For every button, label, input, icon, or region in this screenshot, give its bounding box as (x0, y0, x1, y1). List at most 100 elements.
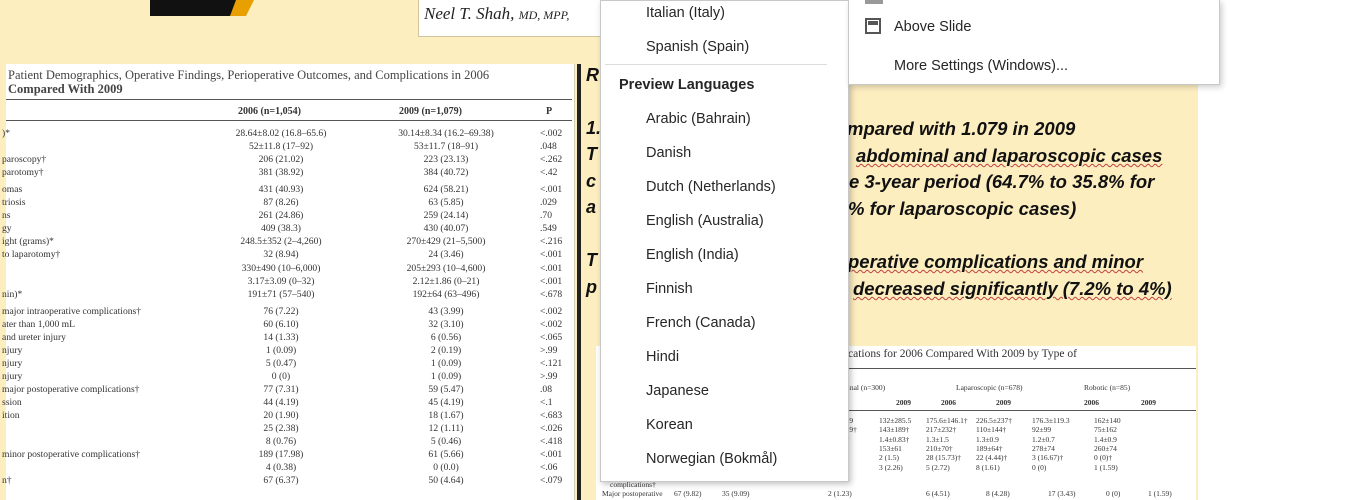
above-slide-option[interactable]: Above Slide (894, 19, 971, 35)
table2-group: ginal (n=300) (844, 383, 886, 392)
table-row: major intraoperative complications† 76 (7… (2, 306, 572, 318)
table2-title: cations for 2006 Compared With 2009 by T… (848, 348, 1077, 360)
body-line: perative complications and minor (848, 251, 1144, 272)
language-option[interactable]: Italian (Italy) (646, 5, 725, 21)
peek-text: T (586, 144, 597, 164)
cell-2009: 6 (0.56) (430, 331, 462, 343)
table-title: Patient Demographics, Operative Findings… (8, 68, 489, 96)
table-row: parotomy† 381 (38.92) 384 (40.72) <.42 (2, 167, 572, 179)
table-header-p: P (546, 106, 553, 117)
table2-year: 2009 (1141, 398, 1156, 407)
cell-2006: 191±71 (57–540) (247, 288, 315, 300)
language-option[interactable]: Dutch (Netherlands) (646, 179, 776, 195)
table-row: nin)* 191±71 (57–540) 192±64 (63–496) <.678 (2, 288, 572, 301)
row-label: minor postoperative complications† (2, 449, 141, 461)
table-row: major postoperative complications† 77 (7.… (2, 383, 572, 396)
table2-year: 2006 (1084, 398, 1099, 407)
row-label: njury (2, 357, 23, 369)
language-option[interactable]: Korean (646, 417, 693, 433)
table-rule (6, 99, 572, 100)
cell-2006: 4 (0.38) (265, 462, 297, 474)
table-row: paroscopy† 206 (21.02) 223 (23.13) <.262 (2, 154, 572, 166)
language-option[interactable]: Arabic (Bahrain) (646, 111, 751, 127)
language-option[interactable]: Finnish (646, 281, 693, 297)
author-name: Neel T. Shah, (424, 4, 515, 23)
table-rule (6, 120, 572, 121)
cell-p: <.002 (540, 318, 563, 330)
table-row: ssion 44 (4.19) 45 (4.19) <.1 (2, 397, 572, 409)
row-label: n† (2, 475, 12, 487)
cell-2009: 270±429 (21–5,500) (406, 236, 486, 248)
table2-cell: 189±64† (976, 443, 1003, 453)
row-label: )* (2, 128, 10, 139)
table2-year: 2009 (896, 398, 911, 407)
table2-cell: 2 (1.5) (879, 453, 899, 463)
cell-2006: 0 (0) (271, 370, 291, 382)
row-label: major intraoperative complications† (2, 305, 142, 317)
cell-p: <.065 (540, 331, 563, 343)
table2-cell: 153±61 (879, 443, 902, 453)
table2-group: Robotic (n=85) (1084, 383, 1131, 392)
cell-p: <.079 (540, 475, 563, 487)
table2-cell: 226.5±237† (976, 416, 1012, 425)
cell-2009: 18 (1.67) (428, 410, 464, 422)
table-row: 330±490 (10–6,000) 205±293 (10–4,600) <.00… (6, 263, 572, 275)
cell-p: .08 (540, 383, 552, 395)
cell-2006: 44 (4.19) (263, 397, 299, 408)
cell-2006: 381 (38.92) (258, 167, 304, 179)
cell-p: <.001 (540, 449, 563, 461)
peek-text: c (586, 171, 597, 191)
language-option[interactable]: French (Canada) (646, 315, 756, 331)
language-option[interactable]: English (India) (646, 247, 739, 263)
cell-p: <.001 (540, 262, 563, 274)
cell-2006: 409 (38.3) (261, 223, 301, 235)
language-dropdown[interactable]: Italian (Italy) Spanish (Spain) Preview … (600, 0, 849, 482)
table2-cell: 3 (16.67)† (1032, 453, 1064, 463)
row-label: ssion (2, 397, 22, 408)
table-title-line1: Patient Demographics, Operative Findings… (8, 68, 490, 82)
peek-text: a (586, 197, 597, 217)
cell-2006: 5 (0.47) (265, 357, 297, 369)
cell-2009: 0 (0.0) (433, 462, 459, 474)
table-row: njury 5 (0.47) 1 (0.09) <.121 (2, 357, 572, 370)
row-label: ater than 1,000 mL (2, 318, 75, 330)
language-option[interactable]: English (Australia) (646, 213, 764, 229)
row-label: gy (2, 223, 12, 235)
table2-cell: 210±70† (926, 443, 953, 453)
cell-2006: 261 (24.86) (258, 210, 304, 222)
cell-2006: 3.17±3.09 (0–32) (247, 275, 315, 287)
table2-cell: 1 (1.59) (1148, 489, 1172, 498)
cell-2009: 61 (5.66) (428, 449, 464, 461)
cell-2009: 5 (0.46) (430, 436, 462, 448)
more-settings-option[interactable]: More Settings (Windows)... (894, 58, 1068, 74)
table2-cell: 92±99 (1032, 425, 1052, 435)
table2-cell: 17 (3.43) (1048, 489, 1076, 498)
cell-p: <.1 (540, 397, 553, 408)
table2-cell: 28 (15.73)† (926, 453, 961, 463)
cell-2009: 1 (0.09) (430, 357, 462, 369)
body-line: decreased significantly (7.2% to 4%) (853, 278, 1172, 299)
table-row: njury 1 (0.09) 2 (0.19) >.99 (2, 345, 572, 357)
table-title-line2: Compared With 2009 (8, 82, 123, 96)
body-line: mpared with 1.079 in 2009 (847, 118, 1076, 139)
language-option[interactable]: Norwegian (Bokmål) (646, 451, 777, 467)
cell-2006: 77 (7.31) (263, 383, 299, 395)
language-option[interactable]: Japanese (646, 383, 709, 399)
table-row: n† 67 (6.37) 50 (4.64) <.079 (2, 475, 572, 487)
cell-2009: 32 (3.10) (428, 318, 464, 330)
table2-cell: 8 (4.28) (986, 489, 1010, 498)
peek-text: R (586, 65, 599, 85)
row-label: njury (2, 370, 23, 382)
table2-cell: 0 (0)† (1094, 453, 1113, 463)
cell-2006: 248.5±352 (2–4,260) (240, 236, 322, 248)
cell-2006: 60 (6.10) (263, 318, 299, 330)
cell-2006: 25 (2.38) (263, 423, 299, 435)
cell-2009: 259 (24.14) (423, 210, 469, 222)
row-label: major postoperative complications† (2, 383, 140, 395)
language-option[interactable]: Danish (646, 145, 691, 161)
cell-p: <.216 (540, 236, 563, 248)
language-option[interactable]: Spanish (Spain) (646, 39, 749, 55)
cell-p: <.683 (540, 410, 563, 422)
language-option[interactable]: Hindi (646, 349, 679, 365)
cell-2006: 67 (6.37) (263, 475, 299, 487)
